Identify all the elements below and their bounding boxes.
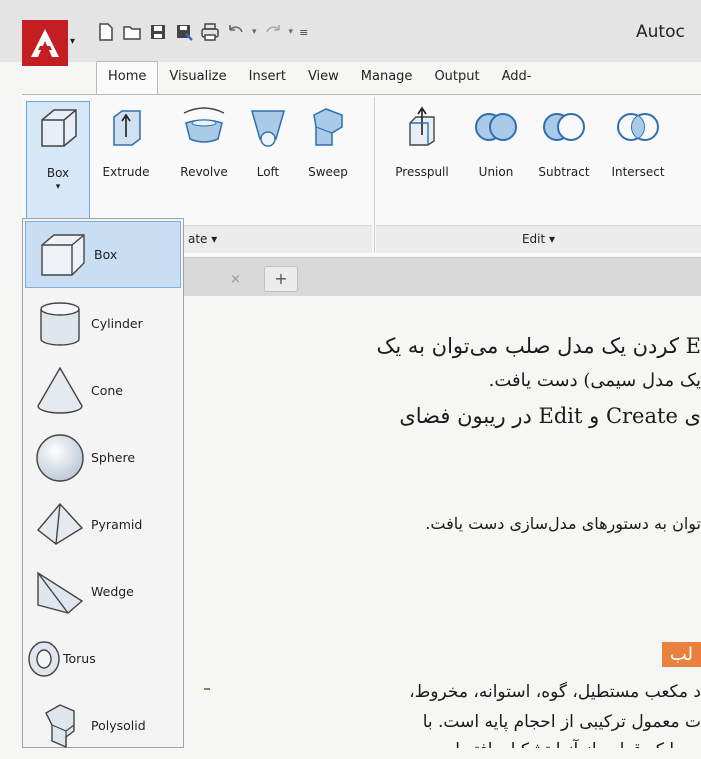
redo-dropdown-icon[interactable]: ▾ — [289, 27, 294, 37]
subtract-icon — [543, 113, 585, 141]
menu-item-label: Cone — [91, 383, 123, 398]
application-button[interactable] — [22, 20, 68, 66]
application-menu-arrow-icon[interactable]: ▾ — [70, 36, 75, 47]
revolve-icon — [183, 107, 225, 143]
presspull-icon — [409, 106, 435, 146]
paragraph-line: E کردن یک مدل صلب می‌توان به یک — [376, 334, 701, 358]
tab-insert[interactable]: Insert — [238, 62, 297, 94]
loft-icon — [251, 110, 285, 147]
menu-item-label: Cylinder — [91, 316, 143, 331]
cylinder-icon — [40, 301, 80, 346]
paragraph-line: یک مدل سیمی) دست یافت. — [488, 370, 701, 391]
customize-icon[interactable]: ≡ — [299, 26, 308, 39]
close-tab-icon[interactable]: × — [230, 272, 241, 287]
menu-item-cylinder[interactable]: Cylinder — [23, 290, 183, 357]
section-heading: لب — [661, 642, 701, 667]
loft-button-label: Loft — [256, 165, 280, 179]
extrude-button[interactable]: Extrude — [94, 101, 158, 179]
box-dropdown-arrow-icon[interactable]: ▾ — [27, 182, 89, 192]
save-icon[interactable] — [148, 22, 168, 42]
intersect-button-label: Intersect — [611, 165, 665, 179]
title-bar: ▾ ▾ ▾ ≡ Autoc — [0, 0, 701, 66]
union-button-label: Union — [478, 165, 514, 179]
loft-button[interactable]: Loft — [236, 101, 300, 179]
menu-item-sphere[interactable]: Sphere — [23, 424, 183, 491]
menu-item-label: Wedge — [91, 584, 134, 599]
tab-add-ins[interactable]: Add- — [491, 62, 543, 94]
document-page: E کردن یک مدل صلب می‌توان به یک یک مدل س… — [184, 296, 701, 748]
margin-mark — [204, 688, 210, 690]
menu-item-label: Box — [94, 247, 118, 262]
menu-item-label: Sphere — [91, 450, 136, 465]
ribbon-separator — [374, 97, 375, 253]
open-icon[interactable] — [122, 22, 142, 42]
tab-output[interactable]: Output — [423, 62, 490, 94]
menu-item-label: Torus — [63, 651, 96, 666]
quick-access-toolbar: ▾ ▾ ≡ — [96, 22, 308, 42]
sphere-icon — [36, 433, 84, 482]
presspull-button-label: Presspull — [395, 165, 449, 179]
tab-visualize[interactable]: Visualize — [158, 62, 237, 94]
save-as-icon[interactable] — [174, 22, 194, 42]
subtract-button[interactable]: Subtract — [532, 101, 596, 179]
menu-item-label: Polysolid — [91, 718, 146, 733]
undo-dropdown-icon[interactable]: ▾ — [252, 27, 257, 37]
redo-icon[interactable] — [263, 22, 283, 42]
plot-icon[interactable] — [200, 22, 220, 42]
tab-home[interactable]: Home — [96, 61, 159, 94]
sweep-icon — [313, 108, 343, 146]
edit-panel-title[interactable]: Edit ▾ — [376, 225, 701, 253]
tab-view[interactable]: View — [297, 62, 350, 94]
tab-manage[interactable]: Manage — [350, 62, 424, 94]
new-icon[interactable] — [96, 22, 116, 42]
menu-item-polysolid[interactable]: Polysolid — [23, 692, 183, 759]
revolve-button[interactable]: Revolve — [172, 101, 236, 179]
pyramid-icon — [36, 502, 84, 545]
new-tab-button[interactable]: + — [264, 266, 298, 292]
paragraph-line: ت معمول ترکیبی از احجام پایه است. با — [422, 712, 701, 732]
sweep-button[interactable]: Sweep — [296, 101, 360, 179]
union-icon — [475, 113, 517, 141]
box-icon — [41, 109, 77, 147]
box-dropdown-menu: Box Cylinder Cone Sphere Pyramid Wedge T… — [22, 218, 184, 748]
union-button[interactable]: Union — [464, 101, 528, 179]
undo-icon[interactable] — [226, 22, 246, 42]
menu-item-label: Pyramid — [91, 517, 143, 532]
paragraph-line: توان به دستورهای مدل‌سازی دست یافت. — [425, 514, 701, 533]
menu-item-torus[interactable]: Torus — [23, 625, 183, 692]
cone-icon — [37, 366, 83, 414]
subtract-button-label: Subtract — [538, 165, 590, 179]
torus-icon — [28, 640, 60, 677]
menu-item-cone[interactable]: Cone — [23, 357, 183, 424]
extrude-button-label: Extrude — [102, 165, 150, 179]
ribbon-tabs: Home Visualize Insert View Manage Output… — [96, 61, 543, 94]
menu-item-box[interactable]: Box — [25, 221, 181, 288]
paragraph-line: د مکعب مستطیل، گوه، استوانه، مخروط، — [409, 682, 701, 702]
document-tab-bar: × + — [184, 258, 701, 296]
intersect-button[interactable]: Intersect — [600, 101, 676, 179]
menu-item-wedge[interactable]: Wedge — [23, 558, 183, 625]
intersect-icon — [617, 113, 659, 141]
polysolid-icon — [45, 703, 75, 748]
menu-item-pyramid[interactable]: Pyramid — [23, 491, 183, 558]
box-button-label: Box — [46, 166, 70, 180]
wedge-icon — [37, 571, 84, 614]
extrude-icon — [113, 110, 141, 146]
presspull-button[interactable]: Presspull — [384, 101, 460, 179]
sweep-button-label: Sweep — [308, 165, 348, 179]
paragraph-line: ی Create و Edit در ریبون فضای — [399, 404, 701, 428]
window-title: Autoc — [636, 22, 685, 42]
paragraph-line: ی را که قطعه از آنها تشکیل یافته است، — [419, 740, 701, 748]
revolve-button-label: Revolve — [180, 165, 228, 179]
box-icon — [41, 233, 85, 276]
autocad-logo-icon — [31, 29, 59, 57]
create-panel-title[interactable]: ate ▾ — [182, 225, 372, 253]
box-button[interactable]: Box ▾ — [26, 101, 90, 221]
